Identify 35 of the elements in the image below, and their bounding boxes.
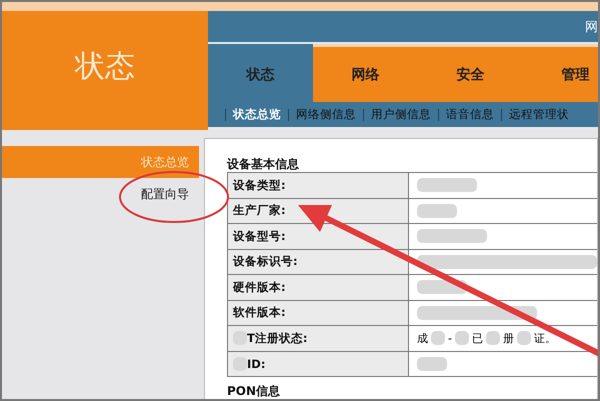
- blurred-patch: [417, 356, 447, 371]
- blurred-patch: [417, 229, 487, 244]
- sidebar-item[interactable]: 状态总览: [2, 146, 199, 178]
- nav-tab[interactable]: 管理: [523, 44, 598, 102]
- value-text: -: [448, 332, 452, 345]
- field-label: T注册状态:: [247, 330, 308, 346]
- blurred-patch: [516, 331, 531, 346]
- field-label: ID:: [247, 356, 266, 371]
- top-bar-text: 网: [585, 18, 598, 36]
- nav-tab[interactable]: 安全: [418, 44, 523, 102]
- subnav-link[interactable]: 网络侧信息: [296, 107, 356, 122]
- value-text: 证。: [534, 330, 556, 346]
- field-label: 硬件版本:: [233, 280, 286, 295]
- nav-tab[interactable]: 网络: [313, 44, 418, 102]
- blurred-patch: [417, 178, 477, 192]
- blurred-patch: [431, 331, 445, 346]
- field-label: 生产厂家:: [233, 203, 286, 218]
- blurred-patch: [486, 331, 500, 346]
- field-label: 设备标识号:: [233, 254, 298, 270]
- field-label: 设备型号:: [233, 228, 286, 244]
- subnav-link[interactable]: 状态总览: [233, 107, 281, 122]
- field-label: 软件版本:: [233, 305, 286, 320]
- field-label: 设备类型:: [233, 178, 286, 193]
- value-text: 成: [417, 330, 428, 346]
- section-title: 状态: [75, 48, 135, 86]
- blurred-patch: [417, 204, 457, 218]
- section-heading: PON信息: [227, 383, 282, 399]
- value-text: 已: [472, 330, 483, 346]
- subnav-link[interactable]: 远程管理状: [509, 107, 569, 122]
- blurred-patch: [454, 331, 469, 346]
- section-heading: 设备基本信息: [227, 156, 300, 172]
- subnav-link[interactable]: 语音信息: [446, 107, 494, 122]
- value-text: 册: [502, 330, 514, 346]
- sidebar-item[interactable]: 配置向导: [2, 178, 199, 210]
- subnav-link[interactable]: 用户侧信息: [371, 107, 431, 122]
